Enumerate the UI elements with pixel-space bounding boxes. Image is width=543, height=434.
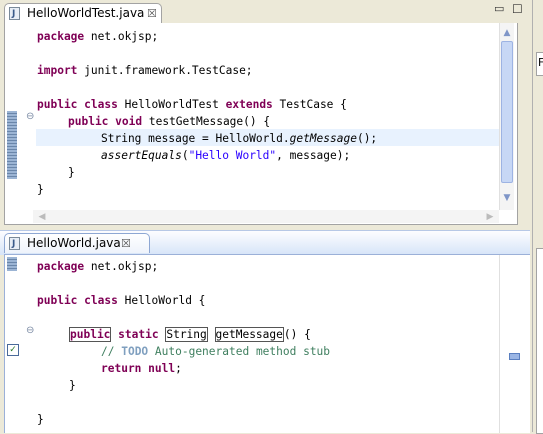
java-file-icon [9,5,20,24]
code-line-1: package net.okjsp; [37,30,159,43]
scroll-up-icon[interactable]: ▲ [500,27,514,39]
code-line-5: public static String getMessage() { [69,327,311,342]
collapse-icon[interactable]: ⊖ [26,325,34,336]
horizontal-scrollbar[interactable]: ◀ ▶ [33,210,499,223]
side-panel: F [532,0,543,434]
overview-ruler[interactable] [499,255,530,433]
editor-top-body[interactable]: ⊖ package net.okjsp; import junit.framew… [4,23,518,225]
tab-helloworld[interactable]: HelloWorld.java ☒ [4,233,150,254]
maximize-icon[interactable]: ☐ [512,2,523,16]
code-line-1: package net.okjsp; [37,260,159,273]
tab-label: HelloWorld.java [27,236,121,250]
scroll-left-icon[interactable]: ◀ [35,211,49,223]
editor-top: HelloWorldTest.java ☒ ▭ ☐ ⊖ package net.… [0,0,530,228]
code-line-9: } [68,166,75,179]
code-line-10: } [37,413,44,426]
code-line-8: } [69,379,76,392]
code-line-8: assertEquals("Hello World", message); [101,149,351,162]
scroll-thumb[interactable] [501,41,513,183]
editor-bottom-body[interactable]: ⊖ ✓ package net.okjsp; public class Hell… [4,254,530,433]
editor-bottom: HelloWorld.java ☒ ⊖ ✓ package net.okjsp;… [0,230,530,433]
code-line-6: public void testGetMessage() { [68,115,271,128]
side-panel-view-2 [536,248,543,434]
change-marker [7,111,17,179]
code-line-5: public class HelloWorldTest extends Test… [37,98,347,111]
vertical-scrollbar[interactable]: ▲ ▼ [499,23,514,210]
code-line-10: } [37,183,44,196]
code-line-6: // TODO Auto-generated method stub [101,345,331,358]
code-line-7: return null; [101,362,182,375]
scroll-right-icon[interactable]: ▶ [483,211,497,223]
code-line-7: String message = HelloWorld.getMessage()… [101,132,378,145]
minimize-icon[interactable]: ▭ [494,2,504,15]
task-marker-icon: ✓ [7,344,19,356]
side-panel-label: F [538,56,543,69]
change-marker [7,257,17,271]
code-line-3: public class HelloWorld { [37,294,206,307]
collapse-icon[interactable]: ⊖ [26,111,34,122]
code-line-3: import junit.framework.TestCase; [37,64,253,77]
overview-marker[interactable] [509,353,520,360]
java-file-icon [9,235,20,254]
close-icon[interactable]: ☒ [147,4,157,23]
close-icon[interactable]: ☒ [121,234,131,253]
tab-helloworldtest[interactable]: HelloWorldTest.java ☒ [4,3,162,24]
tab-label: HelloWorldTest.java [27,6,145,20]
scroll-down-icon[interactable]: ▼ [500,192,514,204]
